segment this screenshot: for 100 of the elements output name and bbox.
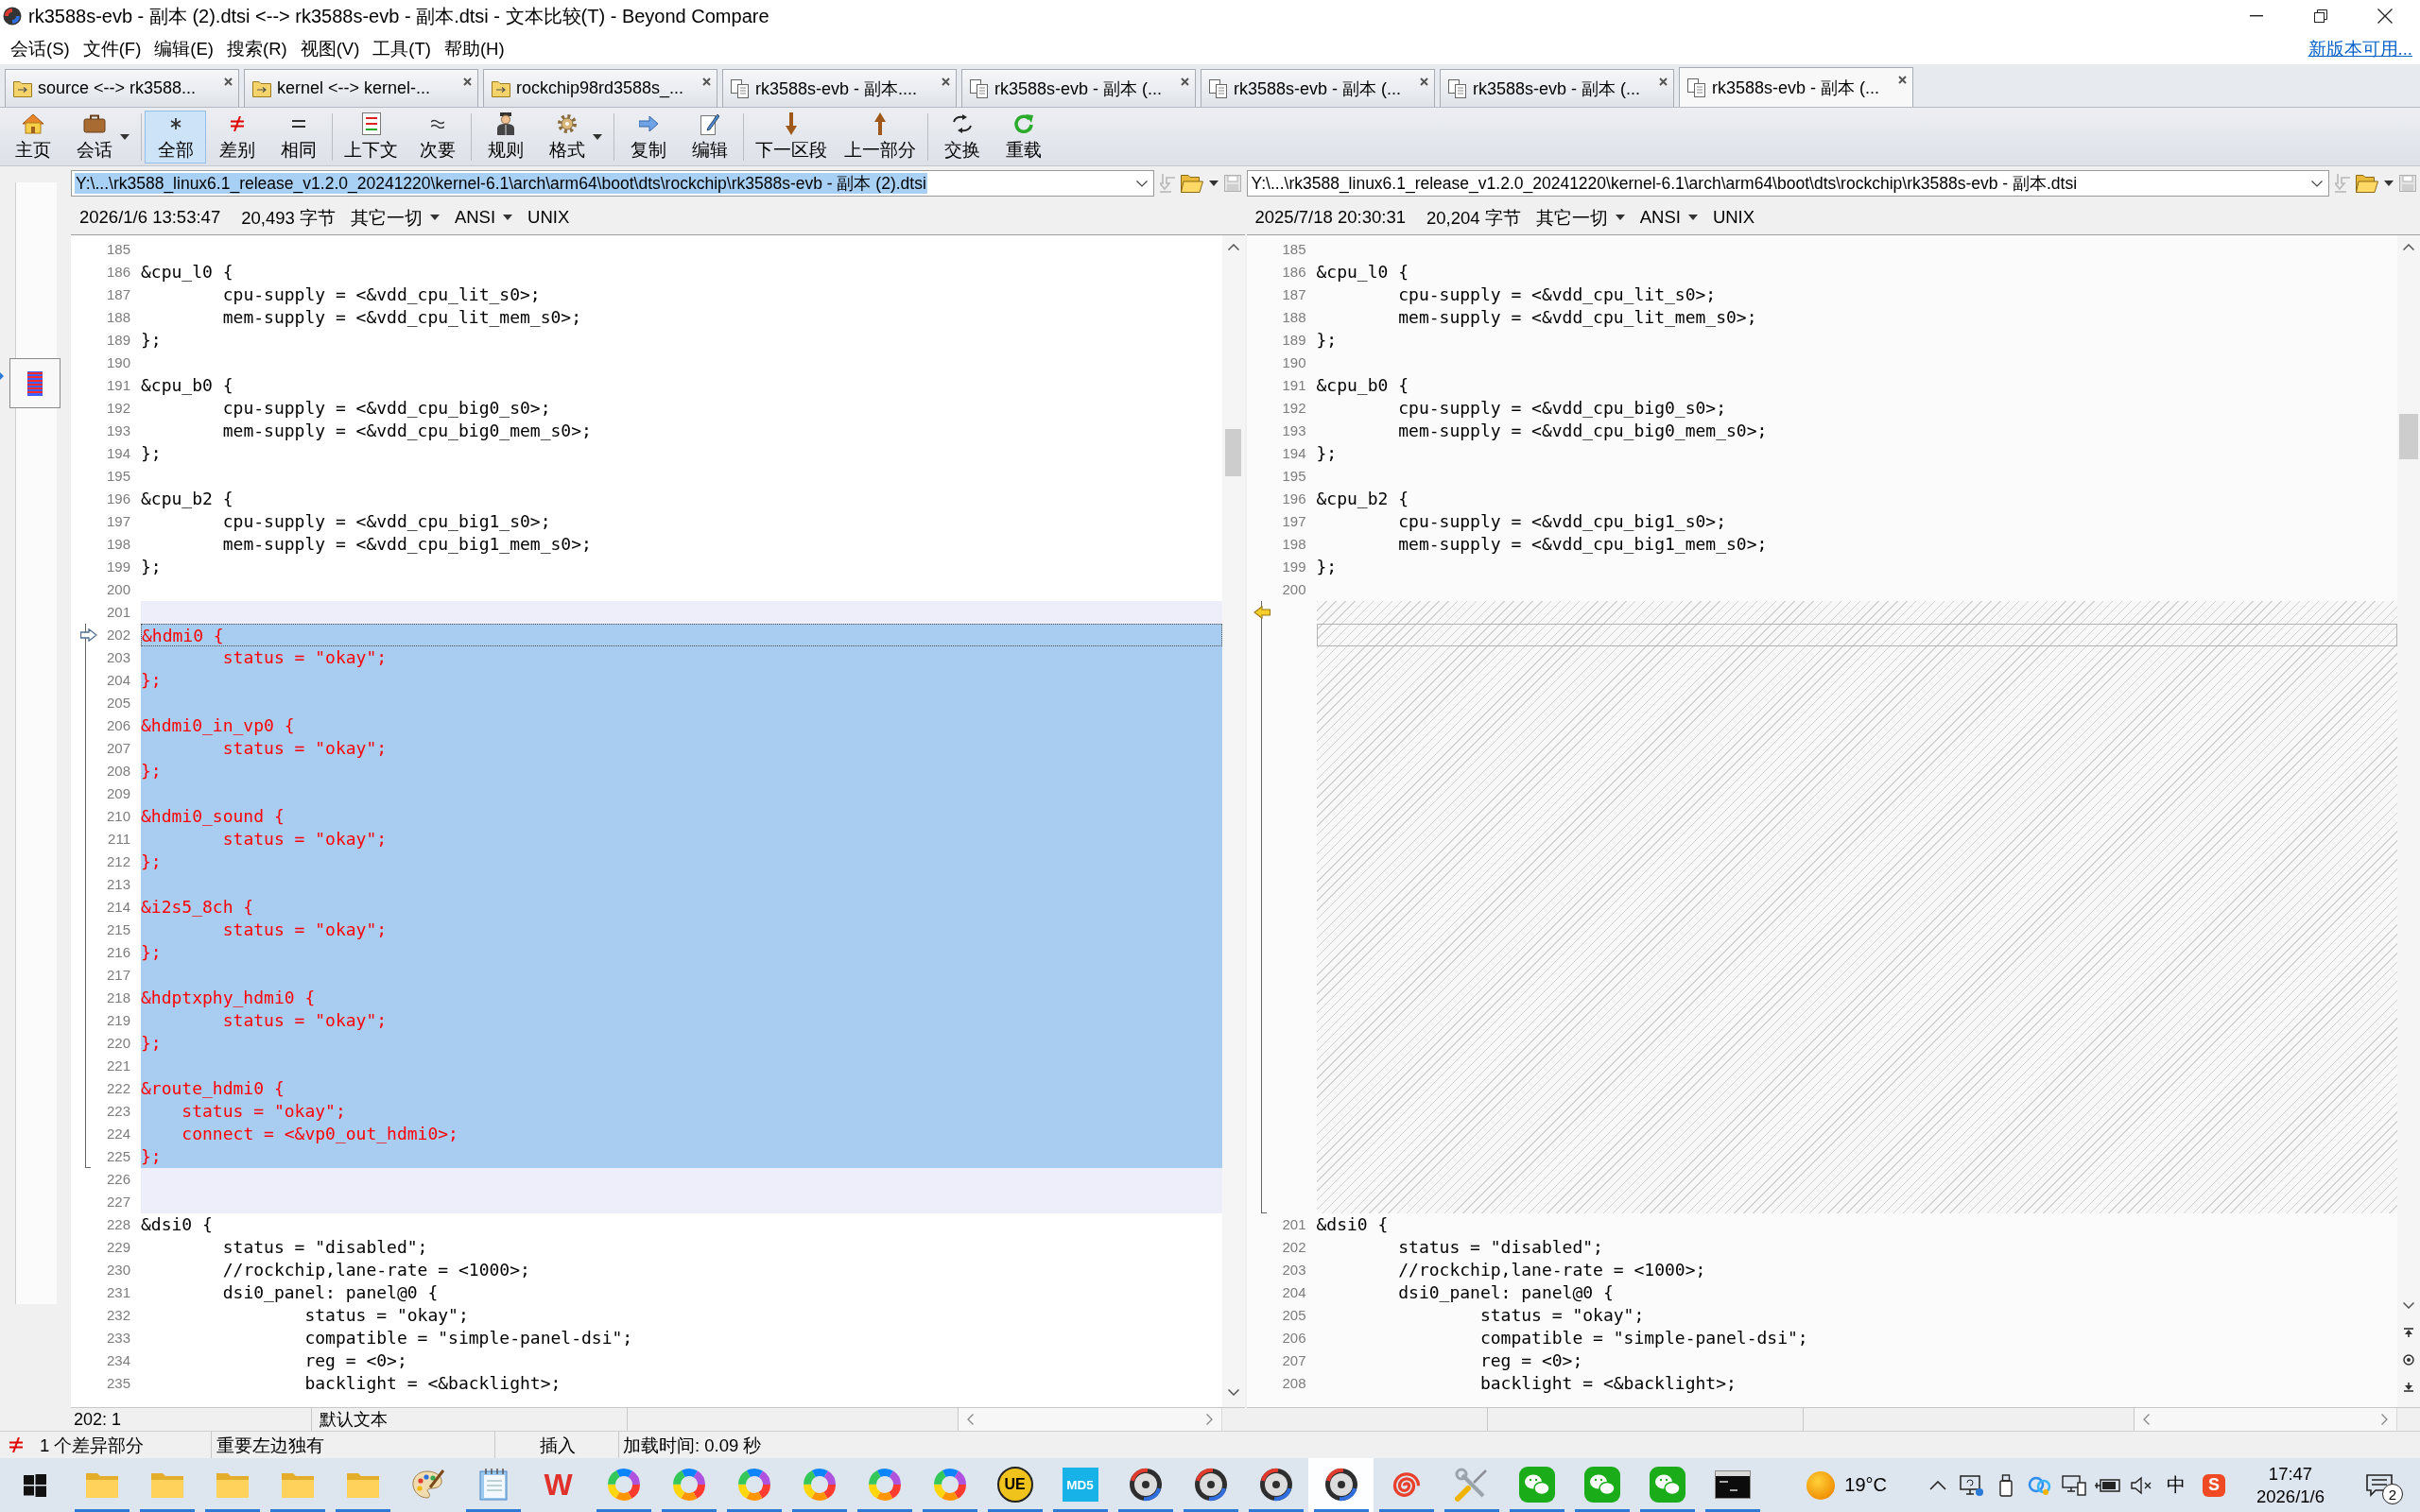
chevron-right-icon[interactable] — [2381, 1414, 2388, 1425]
chevron-down-icon[interactable] — [1135, 180, 1148, 187]
arrow-left-icon[interactable] — [1253, 606, 1270, 619]
encoding-dropdown[interactable]: ANSI — [454, 207, 513, 228]
line-number: 217 — [106, 967, 130, 983]
path-field[interactable]: Y:\...\rk3588_linux6.1_release_v1.2.0_20241220\kernel-6.1\arch\arm64\boot\dts\rockchip\rk3588s-evb - 副本.dtsi — [1246, 170, 2329, 197]
close-icon[interactable] — [1898, 76, 1907, 84]
taskbar-button[interactable]: UE — [982, 1458, 1047, 1512]
close-icon[interactable] — [1181, 77, 1189, 86]
chevron-up-icon[interactable] — [2403, 244, 2414, 250]
clock[interactable]: 17:47 2026/1/6 — [2231, 1462, 2350, 1508]
speaker-muted-icon[interactable] — [2131, 1475, 2153, 1495]
chevron-down-icon[interactable] — [1227, 1389, 1239, 1396]
tab[interactable]: rk3588s-evb - 副本 (... — [1679, 67, 1913, 107]
toolbar-button[interactable]: 编辑 — [679, 110, 740, 163]
menu-item[interactable]: 文件(F) — [76, 33, 148, 63]
menu-item[interactable]: 帮助(H) — [437, 33, 511, 63]
line-number: 198 — [1282, 536, 1306, 552]
code-line: cpu-supply = <&vdd_cpu_big0_s0>; — [222, 398, 551, 418]
arrow-right-icon[interactable] — [80, 628, 97, 642]
battery-icon[interactable] — [2095, 1476, 2121, 1494]
input-mode[interactable]: 中 — [2159, 1472, 2193, 1498]
menu-item[interactable]: 视图(V) — [293, 33, 367, 63]
line-number: 200 — [106, 581, 130, 597]
usb-drive-icon[interactable] — [1999, 1473, 2013, 1497]
restore-icon — [2314, 9, 2327, 23]
chevron-left-icon[interactable] — [2142, 1414, 2150, 1425]
chevron-down-icon[interactable] — [2311, 180, 2323, 187]
close-icon[interactable] — [702, 77, 711, 86]
color-ring-icon — [607, 1469, 640, 1501]
start-icon[interactable] — [23, 1473, 46, 1497]
tab[interactable]: rk3588s-evb - 副本 (... — [1440, 69, 1674, 107]
chevron-left-icon[interactable] — [967, 1414, 974, 1425]
toolbar-button[interactable]: 上一部分 — [836, 110, 925, 163]
chevron-up-icon[interactable] — [1929, 1480, 1946, 1490]
chevron-down-icon[interactable] — [2403, 1302, 2414, 1309]
tab[interactable]: rk3588s-evb - 副本 (... — [961, 69, 1196, 107]
equals-icon — [291, 120, 305, 128]
close-icon[interactable] — [1659, 77, 1668, 86]
chevron-right-icon[interactable] — [1205, 1414, 1213, 1425]
taskbar-button[interactable] — [1308, 1458, 1374, 1512]
chevron-up-icon[interactable] — [1227, 244, 1239, 250]
menu-item[interactable]: 工具(T) — [366, 33, 438, 63]
rings-icon[interactable] — [2028, 1474, 2052, 1496]
close-icon[interactable] — [463, 77, 472, 86]
line-number: 223 — [106, 1103, 130, 1119]
minimize-icon — [2250, 15, 2263, 17]
code-line: backlight = <&backlight>; — [304, 1373, 562, 1393]
color-ring-icon — [672, 1469, 705, 1501]
toolbar-button[interactable]: 规则 — [475, 110, 536, 163]
scrollbar-thumb[interactable] — [2399, 414, 2418, 459]
line-number: 212 — [106, 853, 130, 869]
folder-icon[interactable] — [1180, 174, 1203, 193]
line-number: 215 — [106, 921, 130, 937]
display-icon[interactable] — [1960, 1473, 1984, 1497]
toolbar-button[interactable]: 上下文 — [336, 110, 406, 163]
jump-down-icon[interactable] — [2404, 1383, 2413, 1392]
toolbar-button[interactable]: 会话 — [63, 110, 138, 163]
target-icon[interactable] — [2403, 1354, 2414, 1366]
horizontal-scrollbar[interactable] — [959, 1408, 1222, 1431]
close-icon[interactable] — [942, 77, 950, 86]
toolbar-button[interactable]: 次要 — [406, 110, 468, 163]
toolbar-button[interactable]: 相同 — [268, 110, 329, 163]
close-icon[interactable] — [1420, 77, 1428, 86]
encoding-dropdown[interactable]: ANSI — [1639, 207, 1698, 228]
format-dropdown[interactable]: 其它一切 — [1535, 205, 1625, 230]
toolbar-button[interactable]: 复制 — [617, 110, 679, 163]
path-field[interactable]: Y:\...\rk3588_linux6.1_release_v1.2.0_20241220\kernel-6.1\arch\arm64\boot\dts\rockchip\rk3588s-evb - 副本 (2).dtsi — [71, 170, 1154, 197]
close-icon[interactable] — [224, 77, 233, 86]
tab[interactable]: kernel <--> kernel-... — [244, 69, 478, 107]
toolbar-button[interactable]: 格式 — [536, 110, 611, 163]
folder-icon[interactable] — [2356, 174, 2378, 193]
input-method-logo[interactable]: S — [2203, 1473, 2225, 1497]
format-dropdown[interactable]: 其它一切 — [350, 205, 440, 230]
menu-item[interactable]: 会话(S) — [4, 33, 77, 63]
toolbar-button[interactable]: 交换 — [931, 110, 993, 163]
overview-viewport[interactable] — [9, 358, 60, 408]
jump-up-icon[interactable] — [2404, 1328, 2413, 1337]
toolbar-button[interactable]: 差别 — [206, 110, 268, 163]
toolbar-button[interactable]: 全部 — [145, 110, 206, 163]
line-number: 209 — [106, 785, 130, 801]
tab[interactable]: rk3588s-evb - 副本.... — [722, 69, 957, 107]
code-line: cpu-supply = <&vdd_cpu_lit_s0>; — [222, 284, 541, 304]
toolbar-button[interactable]: 重载 — [993, 110, 1054, 163]
tab[interactable]: source <--> rk3588... — [5, 69, 239, 107]
tab[interactable]: rk3588s-evb - 副本 (... — [1201, 69, 1435, 107]
scrollbar-thumb[interactable] — [1225, 429, 1241, 476]
devices-icon[interactable] — [2062, 1474, 2086, 1496]
menu-item[interactable]: 搜索(R) — [219, 33, 294, 63]
code-line: reg = <0>; — [304, 1350, 407, 1370]
file-date: 2025/7/18 20:30:31 — [1254, 207, 1406, 228]
disc-icon — [3, 7, 22, 26]
toolbar-button[interactable]: 下一区段 — [747, 110, 836, 163]
line-number: 193 — [1282, 422, 1306, 438]
horizontal-scrollbar[interactable] — [2134, 1408, 2397, 1431]
menu-item[interactable]: 编辑(E) — [147, 33, 220, 63]
taskbar-button[interactable]: W — [526, 1458, 591, 1512]
update-link[interactable]: 新版本可用... — [2308, 36, 2412, 60]
toolbar-button[interactable]: 主页 — [2, 110, 63, 163]
tab[interactable]: rockchip98rd3588s_... — [483, 69, 717, 107]
